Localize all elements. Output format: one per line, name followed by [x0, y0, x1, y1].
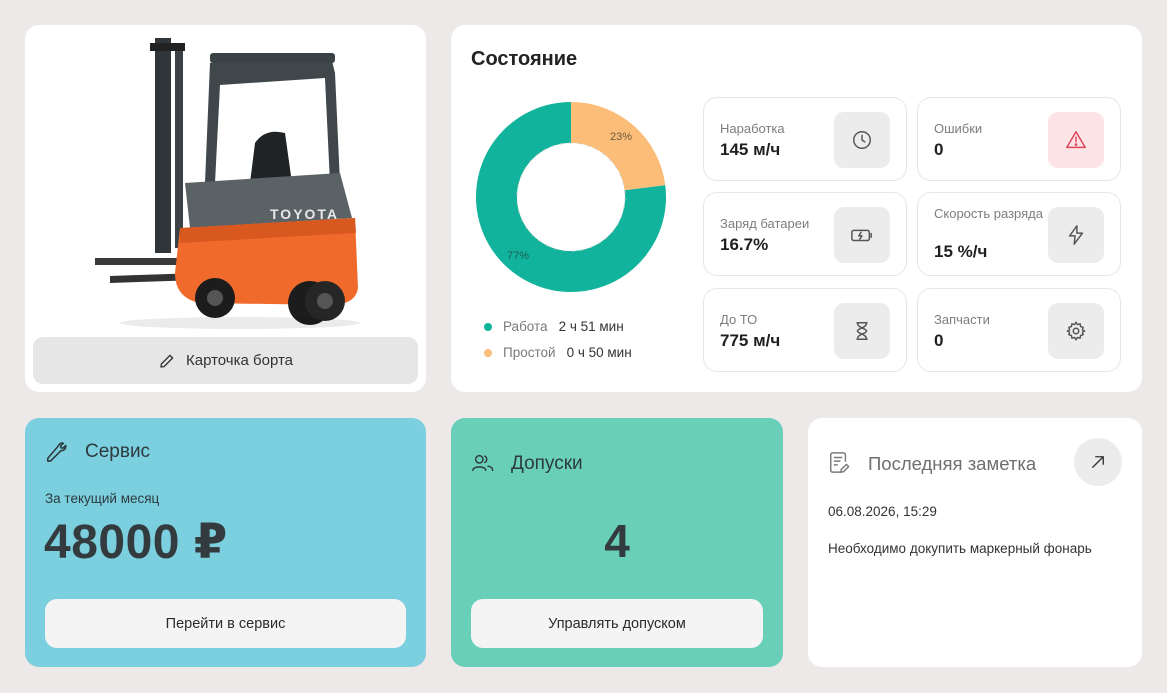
service-title: Сервис [85, 441, 151, 462]
metric-label: Скорость разряда [934, 206, 1043, 221]
metric-label: Заряд батареи [720, 216, 810, 231]
hourglass-icon [834, 303, 890, 359]
metric-runtime[interactable]: Наработка 145 м/ч [703, 97, 907, 181]
metric-maintenance[interactable]: До ТО 775 м/ч [703, 288, 907, 372]
donut-work-label: 77% [507, 250, 529, 262]
state-donut-chart: 23% 77% [476, 102, 666, 292]
manage-permits-button[interactable]: Управлять допуском [471, 599, 763, 648]
legend-label: Простой [503, 345, 556, 360]
forklift-image: TOYOTA [95, 38, 360, 329]
battery-icon [834, 207, 890, 263]
permits-card: Допуски 4 Управлять допуском [451, 418, 783, 667]
metric-value: 0 [934, 331, 944, 350]
people-icon [472, 454, 494, 472]
legend-value: 2 ч 51 мин [558, 319, 624, 334]
arrow-up-right-icon [1092, 456, 1104, 468]
donut-idle-label: 23% [610, 131, 632, 143]
metric-value: 15 %/ч [934, 242, 988, 261]
note-date: 06.08.2026, 15:29 [828, 504, 937, 519]
metric-label: До ТО [720, 312, 758, 327]
metric-value: 145 м/ч [720, 140, 781, 159]
legend-value: 0 ч 50 мин [566, 345, 632, 360]
permits-title: Допуски [511, 453, 583, 474]
note-text: Необходимо докупить маркерный фонарь [828, 541, 1092, 556]
wrench-icon [46, 442, 67, 462]
metric-discharge[interactable]: Скорость разряда 15 %/ч [917, 192, 1121, 276]
warning-icon [1048, 112, 1104, 168]
metric-value: 775 м/ч [720, 331, 781, 350]
permits-count: 4 [604, 515, 630, 567]
service-card: Сервис За текущий месяц 48000 ₽ Перейти … [25, 418, 426, 667]
metric-label: Запчасти [934, 312, 990, 327]
legend-item-idle: Простой 0 ч 50 мин [484, 345, 632, 360]
state-card: Состояние 23% 77% Работа 2 ч 51 мин Прос… [451, 25, 1142, 392]
board-card-label: Карточка борта [185, 352, 293, 369]
lightning-icon [1048, 207, 1104, 263]
legend-dot-idle [484, 348, 492, 357]
pencil-icon [160, 354, 174, 368]
metric-label: Наработка [720, 121, 785, 136]
state-title: Состояние [471, 48, 578, 70]
service-amount: 48000 ₽ [44, 516, 228, 569]
note-title: Последняя заметка [868, 453, 1037, 474]
metric-battery[interactable]: Заряд батареи 16.7% [703, 192, 907, 276]
metric-label: Ошибки [934, 121, 983, 136]
legend-dot-work [484, 322, 492, 331]
clock-icon [834, 112, 890, 168]
open-note-button[interactable] [1074, 438, 1122, 486]
legend-label: Работа [503, 319, 548, 334]
vehicle-card: TOYOTA Карточка борта [25, 25, 426, 392]
metric-value: 16.7% [720, 235, 769, 254]
metric-parts[interactable]: Запчасти 0 [917, 288, 1121, 372]
note-edit-icon [830, 452, 850, 473]
go-to-service-button[interactable]: Перейти в сервис [45, 599, 406, 648]
board-card-button[interactable]: Карточка борта [33, 337, 418, 384]
metric-errors[interactable]: Ошибки 0 [917, 97, 1121, 181]
metric-value: 0 [934, 140, 944, 159]
service-period-label: За текущий месяц [45, 491, 160, 506]
gear-icon [1048, 303, 1104, 359]
last-note-card: Последняя заметка 06.08.2026, 15:29 Необ… [808, 418, 1142, 667]
legend-item-work: Работа 2 ч 51 мин [484, 319, 624, 334]
